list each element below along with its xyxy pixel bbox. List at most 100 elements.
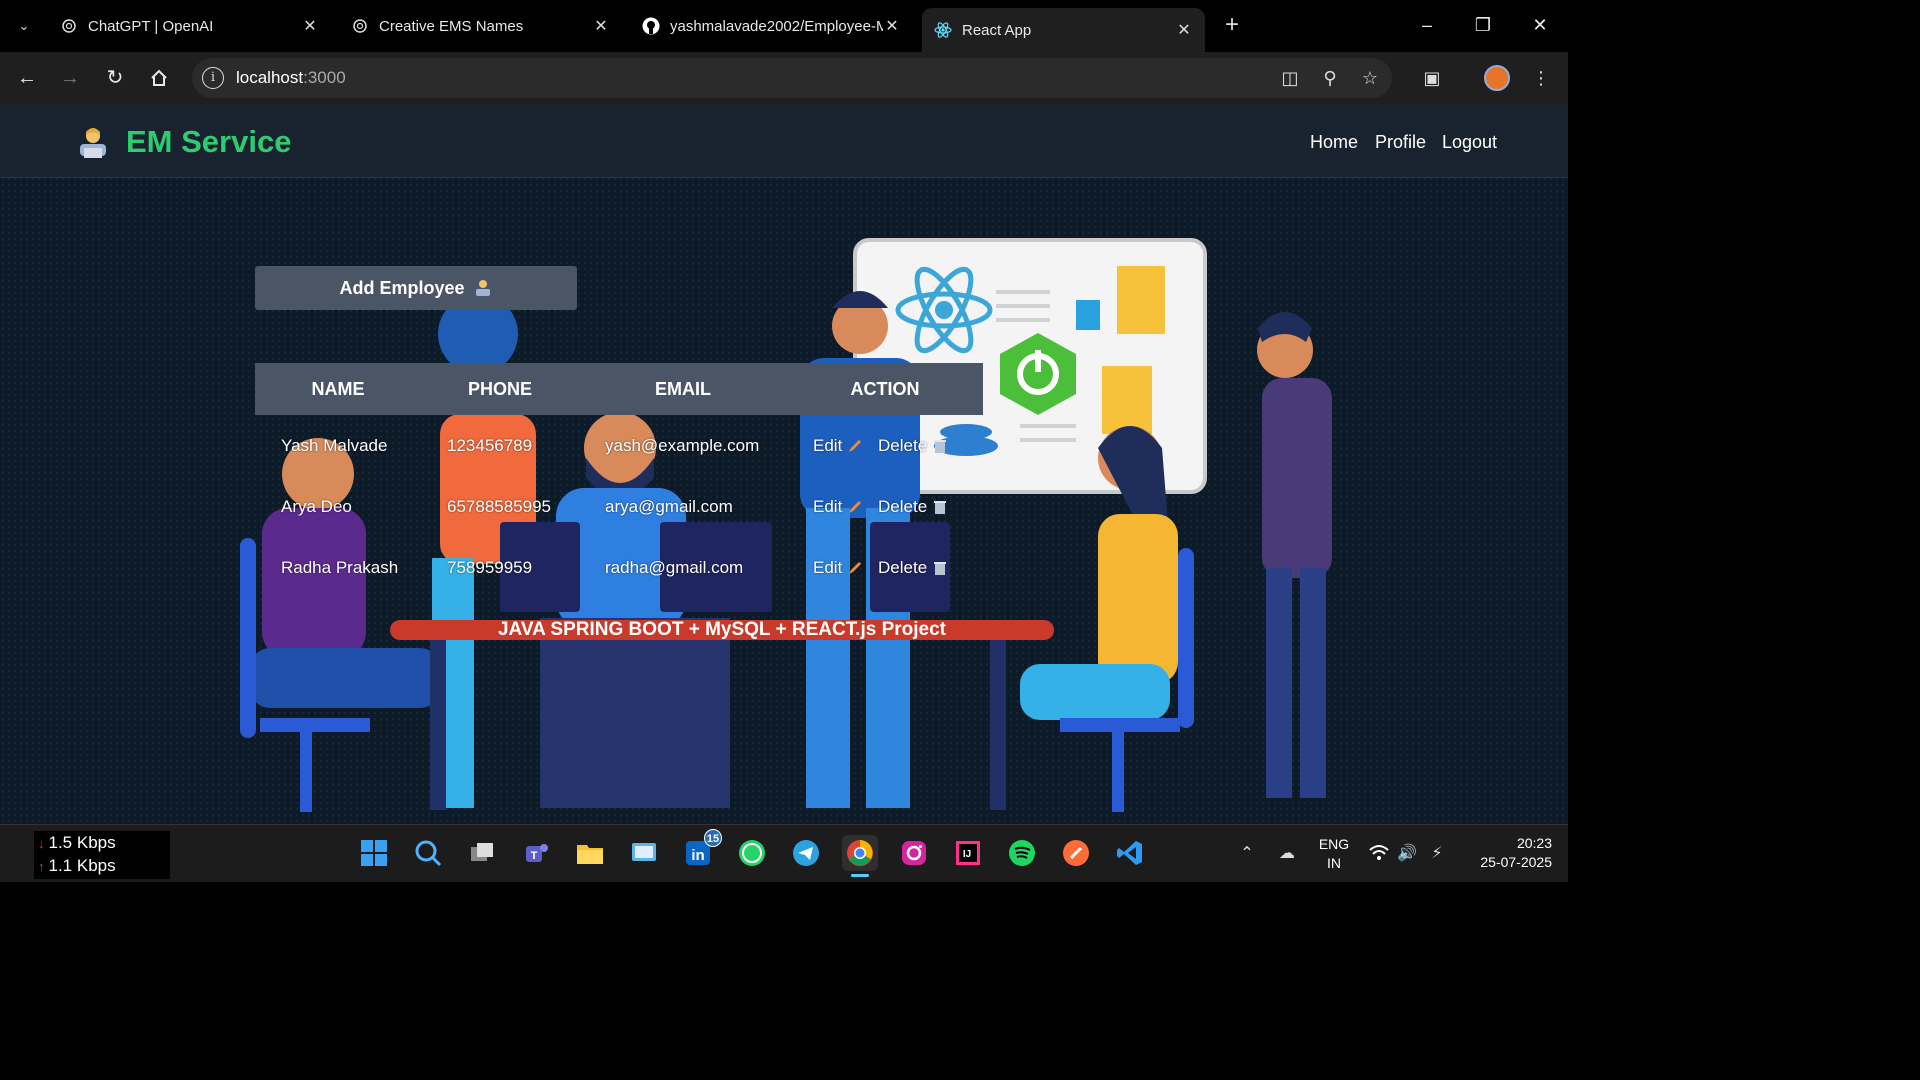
telegram-icon[interactable] bbox=[788, 835, 824, 871]
delete-label: Delete bbox=[878, 557, 928, 577]
browser-tab-strip: ⌄ ChatGPT | OpenAI ✕ Creative EMS Names … bbox=[0, 0, 1568, 52]
table-row: Arya Deo 65788585995 arya@gmail.com Edit… bbox=[255, 476, 983, 537]
cloud-offline-icon[interactable]: ☁ bbox=[1276, 843, 1298, 865]
close-icon[interactable]: ✕ bbox=[592, 16, 610, 36]
nav-profile-link[interactable]: Profile bbox=[1375, 132, 1426, 153]
volume-icon[interactable]: 🔊 bbox=[1396, 843, 1418, 865]
close-window-button[interactable]: ✕ bbox=[1520, 10, 1560, 40]
edit-label: Edit bbox=[813, 435, 843, 455]
close-icon[interactable]: ✕ bbox=[883, 16, 901, 36]
extensions-puzzle-icon[interactable]: ▣ bbox=[1418, 64, 1446, 92]
restore-window-button[interactable]: ❐ bbox=[1463, 10, 1503, 40]
delete-button[interactable]: Delete bbox=[878, 436, 948, 456]
brand-title[interactable]: EM Service bbox=[126, 124, 291, 160]
employee-email: arya@gmail.com bbox=[605, 496, 733, 516]
employee-name: Yash Malvade bbox=[281, 435, 388, 455]
language-region: IN bbox=[1327, 855, 1341, 871]
delete-label: Delete bbox=[878, 496, 928, 516]
site-info-icon[interactable]: i bbox=[202, 67, 224, 89]
intellij-icon[interactable]: IJ bbox=[950, 835, 986, 871]
teams-icon[interactable]: T bbox=[518, 835, 554, 871]
tab-creative-ems-names[interactable]: Creative EMS Names ✕ bbox=[339, 8, 622, 44]
linkedin-icon[interactable]: in 15 bbox=[680, 829, 722, 871]
show-hidden-icons-chevron-icon[interactable]: ⌃ bbox=[1236, 843, 1258, 865]
github-icon bbox=[642, 17, 660, 35]
svg-text:in: in bbox=[691, 847, 704, 864]
whatsapp-icon[interactable] bbox=[734, 835, 770, 871]
address-url[interactable]: localhost:3000 bbox=[236, 68, 346, 88]
employee-name: Arya Deo bbox=[281, 496, 352, 516]
column-header-phone: PHONE bbox=[467, 378, 532, 399]
net-download: 1.5 Kbps bbox=[48, 833, 116, 852]
download-arrow-icon: ↓ bbox=[38, 836, 45, 851]
tab-chatgpt[interactable]: ChatGPT | OpenAI ✕ bbox=[48, 8, 331, 44]
close-icon[interactable]: ✕ bbox=[1175, 20, 1193, 40]
install-app-icon[interactable]: ◫ bbox=[1278, 66, 1302, 90]
back-arrow-icon[interactable]: ← bbox=[13, 64, 41, 92]
chrome-icon[interactable] bbox=[842, 835, 878, 877]
browser-menu-icon[interactable]: ⋮ bbox=[1527, 64, 1555, 92]
instagram-icon[interactable] bbox=[896, 835, 932, 871]
forward-arrow-icon[interactable]: → bbox=[56, 64, 84, 92]
delete-label: Delete bbox=[878, 435, 928, 455]
system-clock[interactable]: 20:23 25-07-2025 bbox=[1462, 834, 1552, 872]
wifi-icon[interactable] bbox=[1368, 843, 1390, 865]
delete-button[interactable]: Delete bbox=[878, 497, 948, 517]
network-speed-widget: ↓ 1.5 Kbps ↑ 1.1 Kbps bbox=[34, 831, 170, 879]
new-tab-button[interactable]: + bbox=[1218, 12, 1246, 40]
language-code: ENG bbox=[1318, 836, 1350, 852]
profile-avatar[interactable] bbox=[1484, 65, 1510, 91]
column-header-name: NAME bbox=[311, 378, 365, 399]
svg-text:IJ: IJ bbox=[963, 849, 971, 860]
edit-label: Edit bbox=[813, 496, 843, 516]
add-employee-label: Add Employee bbox=[339, 277, 465, 298]
delete-button[interactable]: Delete bbox=[878, 558, 948, 578]
edit-button[interactable]: Edit bbox=[813, 558, 863, 578]
employee-name: Radha Prakash bbox=[281, 557, 399, 577]
employee-email: yash@example.com bbox=[605, 435, 760, 455]
nav-logout-link[interactable]: Logout bbox=[1442, 132, 1497, 153]
reload-icon[interactable]: ↻ bbox=[101, 64, 129, 92]
remote-desktop-icon[interactable] bbox=[626, 835, 662, 871]
upload-arrow-icon: ↑ bbox=[38, 859, 45, 874]
edit-button[interactable]: Edit bbox=[813, 497, 863, 517]
minimize-window-button[interactable]: – bbox=[1407, 10, 1447, 40]
pencil-icon bbox=[849, 561, 862, 574]
tech-stack-banner: JAVA SPRING BOOT + MySQL + REACT.js Proj… bbox=[498, 619, 947, 640]
home-icon[interactable] bbox=[145, 64, 173, 92]
task-view-icon[interactable] bbox=[464, 835, 500, 871]
trash-icon bbox=[934, 500, 947, 514]
openai-icon bbox=[351, 17, 369, 35]
employee-actions: Edit Delete bbox=[787, 497, 983, 517]
file-explorer-icon[interactable] bbox=[572, 835, 608, 871]
clock-date: 25-07-2025 bbox=[1480, 854, 1552, 870]
url-host: localhost bbox=[236, 68, 304, 87]
employee-phone: 65788585995 bbox=[447, 496, 552, 516]
browser-toolbar: ← → ↻ i localhost:3000 ◫ ⚲ ☆ ▣ ⋮ bbox=[0, 52, 1568, 104]
zoom-icon[interactable]: ⚲ bbox=[1318, 66, 1342, 90]
vscode-icon[interactable] bbox=[1112, 835, 1148, 871]
start-windows-icon[interactable] bbox=[356, 835, 392, 871]
address-bar[interactable]: i localhost:3000 ◫ ⚲ ☆ bbox=[192, 58, 1392, 98]
table-row: Yash Malvade 123456789 yash@example.com … bbox=[255, 415, 983, 476]
add-employee-button[interactable]: Add Employee bbox=[255, 266, 577, 310]
employee-table: NAME PHONE EMAIL ACTION Yash Malvade 123… bbox=[255, 363, 983, 598]
edit-button[interactable]: Edit bbox=[813, 436, 863, 456]
search-icon[interactable] bbox=[410, 835, 446, 871]
input-language-indicator[interactable]: ENG IN bbox=[1316, 835, 1352, 873]
trash-icon bbox=[934, 561, 947, 575]
bookmark-star-icon[interactable]: ☆ bbox=[1358, 66, 1382, 90]
tab-github-repo[interactable]: yashmalavade2002/Employee-M ✕ bbox=[630, 8, 913, 44]
nav-home-link[interactable]: Home bbox=[1310, 132, 1358, 153]
employee-actions: Edit Delete bbox=[787, 436, 983, 456]
spotify-icon[interactable] bbox=[1004, 835, 1040, 871]
postman-icon[interactable] bbox=[1058, 835, 1094, 871]
column-header-action: ACTION bbox=[850, 378, 920, 399]
close-icon[interactable]: ✕ bbox=[301, 16, 319, 36]
net-upload: 1.1 Kbps bbox=[48, 856, 116, 875]
battery-charging-icon[interactable]: ⚡ bbox=[1426, 843, 1448, 865]
banner-text: JAVA SPRING BOOT + MySQL + REACT.js Proj… bbox=[498, 619, 947, 640]
tab-search-chevron-icon[interactable]: ⌄ bbox=[8, 10, 40, 42]
app-navbar: EM Service Home Profile Logout bbox=[0, 104, 1568, 178]
tab-react-app[interactable]: React App ✕ bbox=[922, 8, 1205, 52]
